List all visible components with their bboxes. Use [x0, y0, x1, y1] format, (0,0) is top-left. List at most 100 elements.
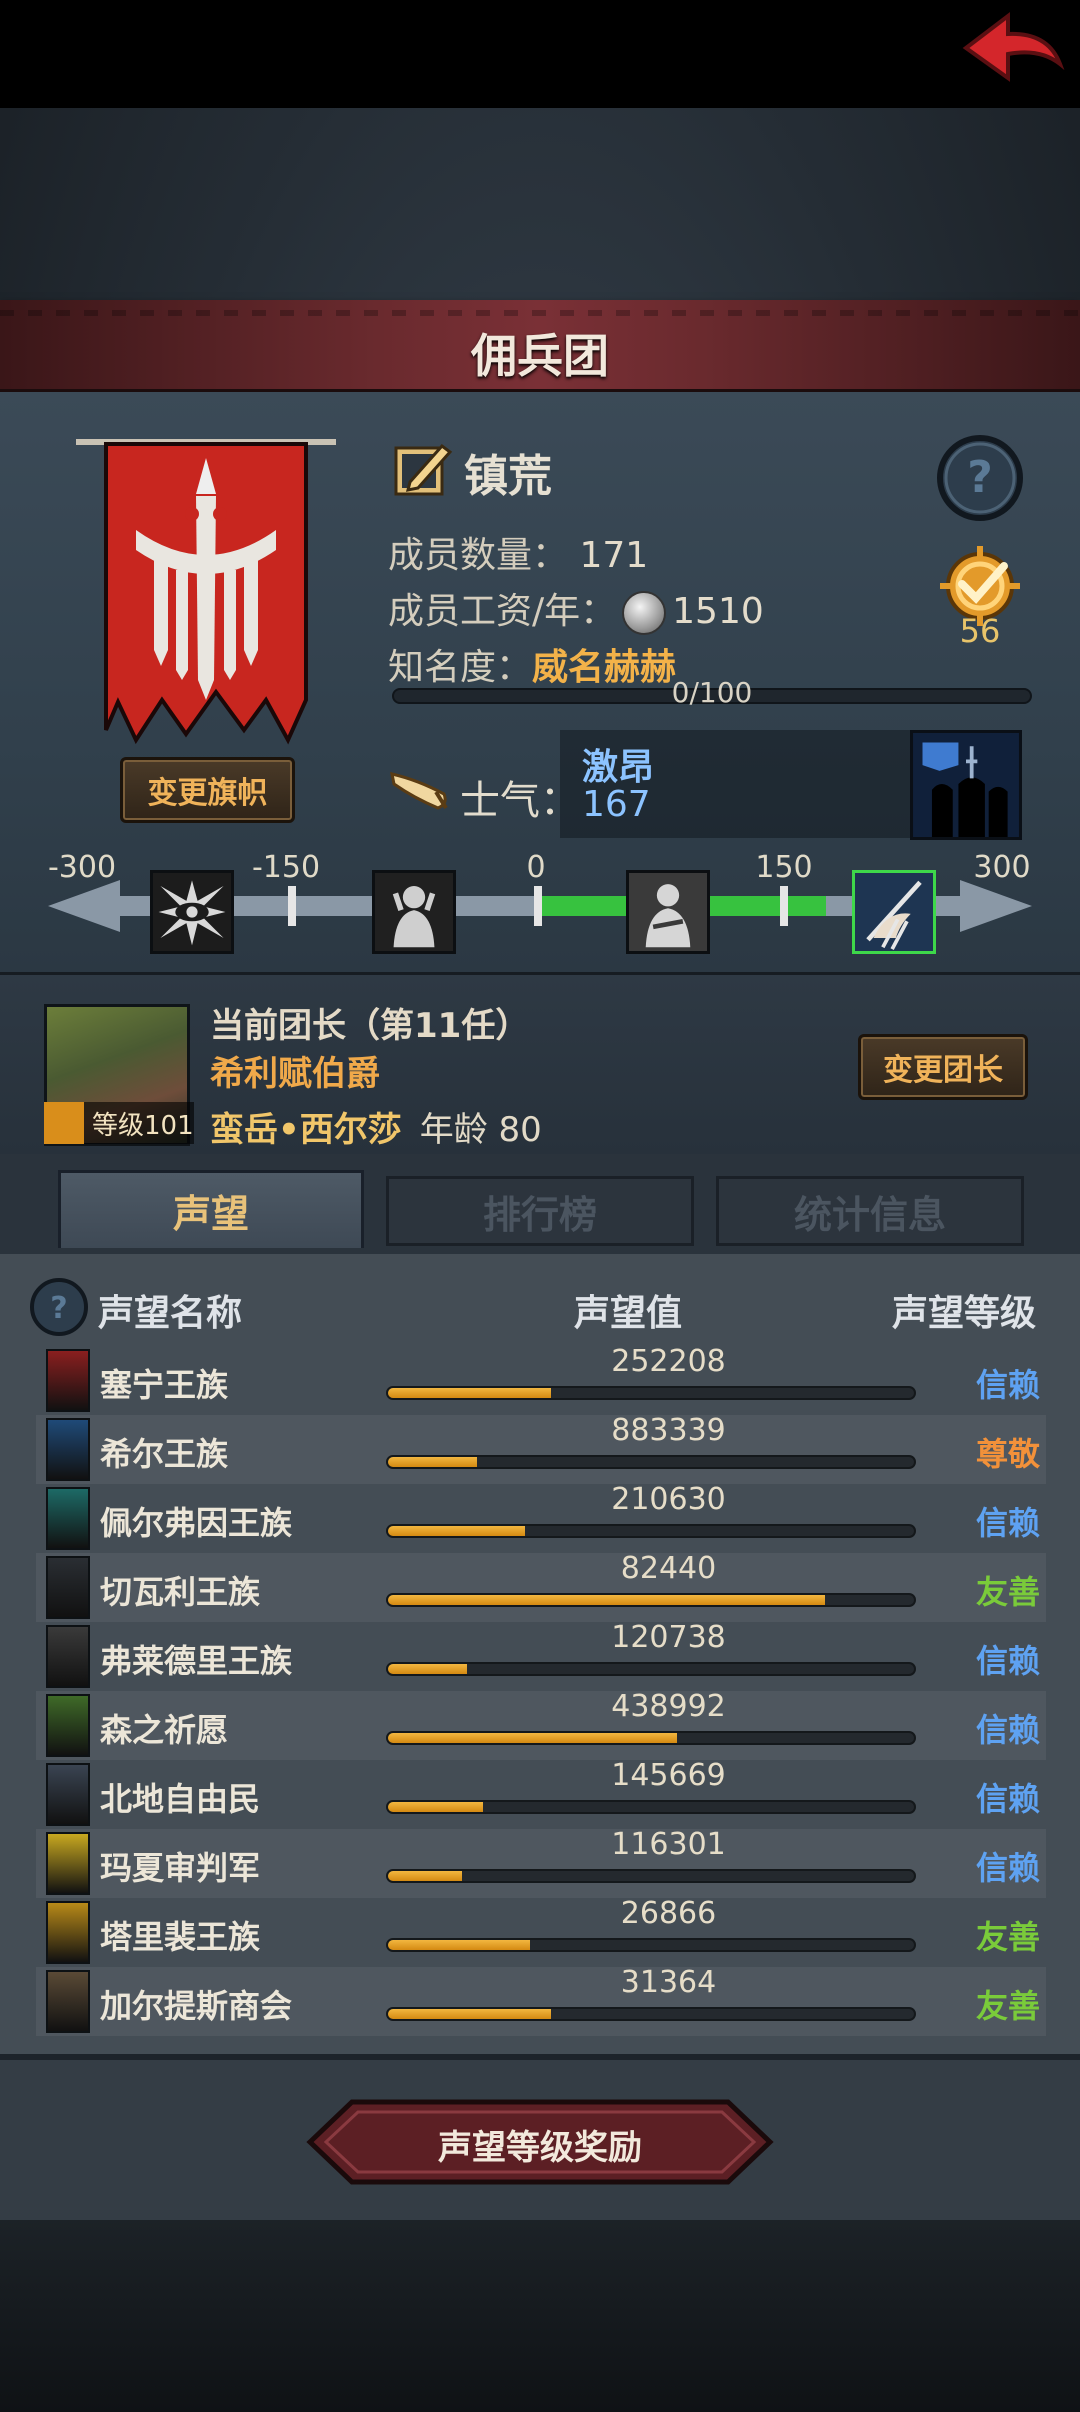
reputation-bar	[386, 1386, 916, 1400]
faction-emblem-icon	[46, 1832, 90, 1895]
calm-figure-icon[interactable]	[626, 870, 710, 954]
tab-statistics[interactable]: 统计信息	[716, 1176, 1024, 1246]
eye-burst-icon[interactable]	[150, 870, 234, 954]
despair-figure-icon[interactable]	[372, 870, 456, 954]
faction-emblem-icon	[46, 1418, 90, 1481]
reputation-level: 信赖	[975, 1711, 1040, 1749]
reputation-bar	[386, 2007, 916, 2021]
commander-name-row: 蛮岳•西尔莎 年龄 80	[210, 1102, 542, 1151]
reputation-bar-fill	[388, 1802, 483, 1812]
table-row[interactable]: 北地自由民 145669 信赖	[36, 1758, 1046, 1829]
morale-label: 士气：	[460, 778, 580, 824]
reputation-bar-fill	[388, 1733, 678, 1743]
members-stat: 成员数量： 171	[388, 526, 648, 578]
reputation-value: 26866	[620, 1896, 717, 1931]
faction-emblem-icon	[46, 1487, 90, 1550]
reputation-bar	[386, 1524, 916, 1538]
guild-banner-icon	[76, 439, 336, 745]
header-level: 声望等级	[892, 1293, 1037, 1334]
reputation-bar	[386, 1800, 916, 1814]
faction-name: 玛夏审判军	[100, 1849, 261, 1887]
reputation-level: 信赖	[975, 1642, 1040, 1680]
header-value: 声望值	[574, 1293, 683, 1334]
reputation-value: 31364	[620, 1965, 717, 2000]
reputation-level: 友善	[975, 1573, 1040, 1611]
back-arrow-icon[interactable]	[956, 8, 1066, 88]
salary-label: 成员工资/年：	[388, 591, 617, 632]
faction-emblem-icon	[46, 1763, 90, 1826]
commander-level: 等级101	[92, 1110, 194, 1141]
reputation-value: 116301	[611, 1827, 726, 1862]
bottom-area	[0, 2220, 1080, 2412]
age-value: 80	[498, 1110, 542, 1150]
reputation-value: 82440	[620, 1551, 717, 1586]
table-row[interactable]: 森之祈愿 438992 信赖	[36, 1689, 1046, 1760]
change-flag-button[interactable]: 变更旗帜	[120, 757, 295, 823]
salary-value: 1510	[672, 591, 764, 632]
faction-name: 塔里裴王族	[100, 1918, 261, 1956]
table-row[interactable]: 弗莱德里王族 120738 信赖	[36, 1620, 1046, 1691]
tab-ranking[interactable]: 排行榜	[386, 1176, 694, 1246]
help-icon[interactable]: ?	[28, 1276, 90, 1338]
tick-label-high: 150	[755, 850, 813, 885]
faction-name: 森之祈愿	[100, 1711, 229, 1749]
edit-name-icon[interactable]	[392, 438, 456, 500]
reputation-level: 友善	[975, 1987, 1040, 2025]
table-row[interactable]: 塞宁王族 252208 信赖	[36, 1344, 1046, 1415]
reputation-level: 尊敬	[975, 1435, 1040, 1473]
page-title: 佣兵团	[471, 329, 609, 383]
table-row[interactable]: 加尔提斯商会 31364 友善	[36, 1965, 1046, 2036]
faction-name: 切瓦利王族	[100, 1573, 261, 1611]
faction-name: 北地自由民	[100, 1780, 261, 1818]
reputation-bar	[386, 1731, 916, 1745]
reputation-bar	[386, 1869, 916, 1883]
reputation-bar-fill	[388, 1664, 467, 1674]
svg-text:?: ?	[50, 1291, 67, 1326]
reputation-bar-fill	[388, 1871, 462, 1881]
reputation-level: 信赖	[975, 1780, 1040, 1818]
reward-button-label: 声望等级奖励	[438, 2128, 642, 2168]
faction-emblem-icon	[46, 1970, 90, 2033]
table-row[interactable]: 玛夏审判军 116301 信赖	[36, 1827, 1046, 1898]
faction-name: 弗莱德里王族	[100, 1642, 293, 1680]
faction-emblem-icon	[46, 1901, 90, 1964]
faction-name: 塞宁王族	[100, 1366, 229, 1404]
troop-banner-icon[interactable]	[910, 730, 1022, 840]
reputation-value: 883339	[611, 1413, 726, 1448]
reputation-bar-fill	[388, 1388, 552, 1398]
faction-emblem-icon	[46, 1556, 90, 1619]
tick-label-low: -150	[251, 850, 321, 885]
status-bar-area	[0, 0, 1080, 108]
guild-name: 镇荒	[464, 451, 552, 502]
horn-icon	[390, 772, 448, 810]
commander-title: 当前团长（第11任）	[210, 1006, 530, 1046]
reputation-level: 信赖	[975, 1504, 1040, 1542]
members-value: 171	[579, 535, 649, 576]
svg-text:?: ?	[967, 452, 993, 503]
faction-emblem-icon	[46, 1694, 90, 1757]
members-label: 成员数量：	[388, 535, 569, 576]
reputation-level: 信赖	[975, 1849, 1040, 1887]
change-leader-button[interactable]: 变更团长	[858, 1034, 1028, 1100]
morale-state: 激昂	[582, 747, 655, 788]
reputation-bar-fill	[388, 1526, 525, 1536]
reputation-value: 210630	[611, 1482, 726, 1517]
tab-reputation[interactable]: 声望	[58, 1170, 364, 1248]
faction-emblem-icon	[46, 1625, 90, 1688]
faction-emblem-icon	[46, 1349, 90, 1412]
reputation-bar	[386, 1593, 916, 1607]
charge-flag-icon[interactable]	[852, 870, 936, 954]
table-row[interactable]: 塔里裴王族 26866 友善	[36, 1896, 1046, 1967]
table-row[interactable]: 切瓦利王族 82440 友善	[36, 1551, 1046, 1622]
header-name: 声望名称	[98, 1293, 243, 1334]
table-row[interactable]: 佩尔弗因王族 210630 信赖	[36, 1482, 1046, 1553]
reputation-bar-fill	[388, 1940, 531, 1950]
reputation-level: 信赖	[975, 1366, 1040, 1404]
silver-coin-icon	[622, 591, 667, 635]
reputation-bar-fill	[388, 1457, 478, 1467]
table-row[interactable]: 希尔王族 883339 尊敬	[36, 1413, 1046, 1484]
reputation-level: 友善	[975, 1918, 1040, 1956]
reputation-value: 252208	[611, 1344, 726, 1379]
help-icon[interactable]: ?	[934, 432, 1026, 524]
reputation-bar-fill	[388, 1595, 825, 1605]
